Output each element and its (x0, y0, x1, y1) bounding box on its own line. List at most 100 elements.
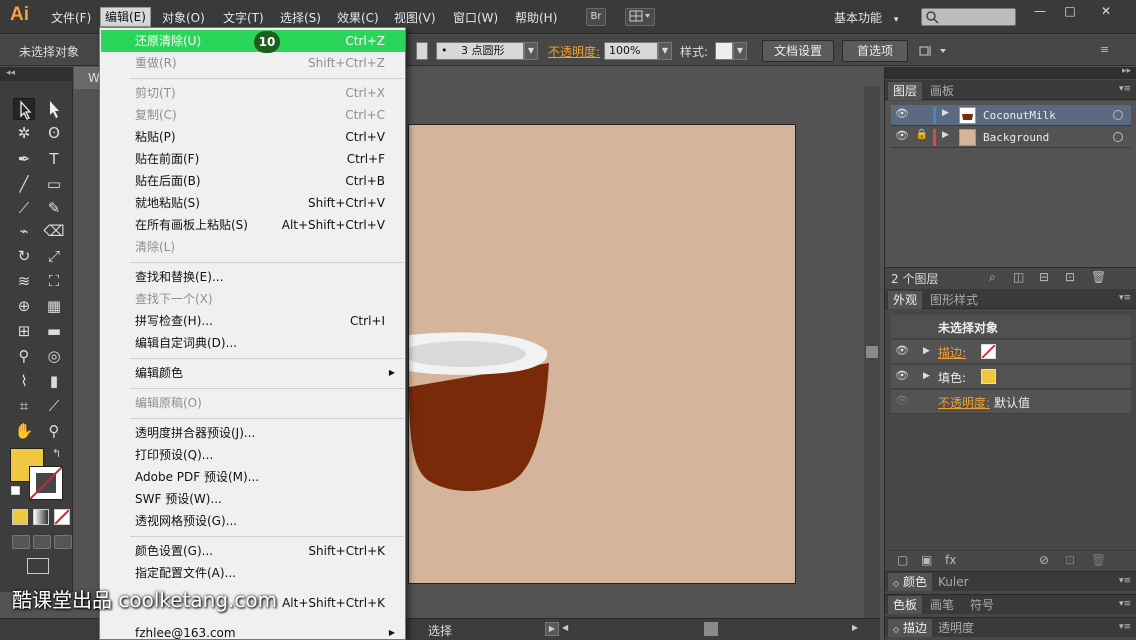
visibility-eye-icon[interactable]: 👁 (894, 344, 910, 357)
add-new-fill-icon[interactable]: ▣ (921, 553, 932, 567)
stroke-label[interactable]: 描边: (938, 344, 966, 361)
symbol-sprayer-tool-icon[interactable]: ⌇ (13, 370, 35, 392)
tab-transparency[interactable]: 透明度 (933, 619, 979, 637)
zoom-tool-icon[interactable]: ⚲ (43, 420, 65, 442)
tab-graphic-styles[interactable]: 图形样式 (925, 291, 983, 309)
eraser-tool-icon[interactable]: ⌫ (43, 220, 65, 242)
expand-arrow-icon[interactable]: ▶ (942, 130, 949, 140)
gradient-mode-icon[interactable] (33, 509, 49, 525)
menu-item-undo-clear[interactable]: 还原清除(U) Ctrl+Z (101, 30, 405, 52)
color-mode-icon[interactable] (12, 509, 28, 525)
width-tool-icon[interactable]: ≋ (13, 270, 35, 292)
coconut-cup-artwork[interactable] (402, 125, 797, 585)
layer-name[interactable]: CoconutMilk (983, 109, 1056, 122)
close-button[interactable]: ✕ (1092, 2, 1120, 20)
direct-selection-tool-icon[interactable] (43, 98, 65, 120)
scale-tool-icon[interactable]: ⤢ (43, 245, 65, 267)
stroke-swatch-none[interactable] (981, 344, 996, 359)
opacity-link[interactable]: 不透明度: (938, 394, 990, 411)
menu-item-transparency-flattener-presets[interactable]: 透明度拼合器预设(J)... (101, 422, 405, 444)
brush-definition-field[interactable]: • 3 点圆形 (436, 42, 524, 60)
menu-item-find-replace[interactable]: 查找和替换(E)... (101, 266, 405, 288)
locate-object-icon[interactable]: ⌕ (989, 270, 996, 285)
opacity-label[interactable]: 不透明度: (548, 43, 600, 60)
visibility-eye-icon[interactable]: 👁 (894, 107, 910, 120)
align-options-icon[interactable] (918, 44, 950, 58)
blob-brush-tool-icon[interactable]: ⌁ (13, 220, 35, 242)
rectangle-tool-icon[interactable]: ▭ (43, 173, 65, 195)
tab-symbols[interactable]: 符号 (965, 596, 999, 614)
menu-item-paste-in-place[interactable]: 就地粘贴(S) Shift+Ctrl+V (101, 192, 405, 214)
brush-dropdown-icon[interactable]: ▼ (524, 42, 538, 60)
visibility-eye-icon[interactable]: 👁 (894, 369, 910, 382)
appearance-panel-menu-icon[interactable]: ▾≡ (1119, 293, 1131, 303)
add-effect-icon[interactable]: fx (945, 553, 956, 567)
scroll-left-icon[interactable]: ◀ (562, 623, 574, 635)
opacity-row[interactable]: 👁 不透明度: 默认值 (891, 390, 1131, 414)
menu-file[interactable]: 文件(F) (47, 9, 95, 27)
menu-item-edit-custom-dictionary[interactable]: 编辑自定词典(D)... (101, 332, 405, 354)
document-setup-button[interactable]: 文档设置 (762, 40, 834, 62)
layer-name[interactable]: Background (983, 131, 1049, 144)
scroll-right-icon[interactable]: ▶ (852, 623, 858, 632)
menu-select[interactable]: 选择(S) (276, 9, 325, 27)
menu-help[interactable]: 帮助(H) (511, 9, 561, 27)
none-mode-icon[interactable] (54, 509, 70, 525)
gradient-tool-icon[interactable]: ▬ (43, 320, 65, 342)
default-colors-icon[interactable] (11, 486, 20, 495)
menu-item-spell-check[interactable]: 拼写检查(H)... Ctrl+I (101, 310, 405, 332)
layers-panel-menu-icon[interactable]: ▾≡ (1119, 84, 1131, 94)
minimize-button[interactable]: — (1026, 2, 1054, 20)
eyedropper-tool-icon[interactable]: ⚲ (13, 345, 35, 367)
type-tool-icon[interactable]: T (43, 148, 65, 170)
menu-effect[interactable]: 效果(C) (333, 9, 383, 27)
opacity-input[interactable]: 100% (604, 42, 658, 60)
mesh-tool-icon[interactable]: ⊞ (13, 320, 35, 342)
draw-behind-icon[interactable] (33, 535, 51, 549)
fill-row[interactable]: 👁 ▶ 填色: (891, 365, 1131, 389)
hand-tool-icon[interactable]: ✋ (13, 420, 35, 442)
tab-swatches[interactable]: 色板 (888, 596, 923, 614)
swatches-panel-menu-icon[interactable]: ▾≡ (1119, 599, 1131, 609)
menu-item-color-settings[interactable]: 颜色设置(G)... Shift+Ctrl+K (101, 540, 405, 562)
column-graph-tool-icon[interactable]: ▮ (43, 370, 65, 392)
pencil-tool-icon[interactable]: ✎ (43, 197, 65, 219)
expand-arrow-icon[interactable]: ▶ (923, 371, 930, 381)
swap-fill-stroke-icon[interactable]: ↰ (52, 447, 61, 460)
menu-item-print-presets[interactable]: 打印预设(Q)... (101, 444, 405, 466)
workspace-switcher[interactable]: 基本功能 ▾ (834, 9, 898, 29)
rotate-tool-icon[interactable]: ↻ (13, 245, 35, 267)
horizontal-scroll-thumb[interactable] (704, 622, 718, 636)
paintbrush-tool-icon[interactable]: ⟋ (13, 197, 35, 219)
menu-view[interactable]: 视图(V) (390, 9, 440, 27)
stroke-row[interactable]: 👁 ▶ 描边: (891, 340, 1131, 364)
menu-item-assign-profile[interactable]: 指定配置文件(A)... (101, 562, 405, 584)
new-sublayer-icon[interactable]: ⊟ (1039, 270, 1049, 284)
style-dropdown-icon[interactable]: ▼ (733, 42, 747, 60)
preferences-button[interactable]: 首选项 (842, 40, 908, 62)
menu-window[interactable]: 窗口(W) (449, 9, 502, 27)
line-tool-icon[interactable]: ╱ (13, 173, 35, 195)
collapse-dock-icon[interactable]: ▸▸ (1122, 66, 1131, 76)
menu-item-paste-in-front[interactable]: 贴在前面(F) Ctrl+F (101, 148, 405, 170)
selection-tool-icon[interactable] (13, 98, 35, 120)
lasso-tool-icon[interactable]: ʘ (43, 122, 65, 144)
menu-item-paste[interactable]: 粘贴(P) Ctrl+V (101, 126, 405, 148)
draw-inside-icon[interactable] (54, 535, 72, 549)
stroke-weight-field[interactable] (416, 42, 428, 60)
vertical-scrollbar[interactable] (864, 86, 880, 618)
artboard-tool-icon[interactable]: ⌗ (13, 395, 35, 417)
menu-item-paste-in-back[interactable]: 贴在后面(B) Ctrl+B (101, 170, 405, 192)
control-panel-menu-icon[interactable]: ≡ (1100, 43, 1109, 56)
expand-arrow-icon[interactable]: ▶ (923, 346, 930, 356)
visibility-eye-icon[interactable]: 👁 (894, 129, 910, 142)
menu-item-perspective-grid-presets[interactable]: 透视网格预设(G)... (101, 510, 405, 532)
clear-appearance-icon[interactable]: ⊘ (1039, 553, 1049, 567)
add-new-stroke-icon[interactable]: ▢ (897, 553, 908, 567)
search-input[interactable] (921, 8, 1016, 26)
lock-icon[interactable]: 🔒 (915, 129, 929, 140)
pen-tool-icon[interactable]: ✒ (13, 148, 35, 170)
free-transform-tool-icon[interactable]: ⛶ (43, 270, 65, 292)
stroke-panel-menu-icon[interactable]: ▾≡ (1119, 622, 1131, 632)
make-clipping-mask-icon[interactable]: ◫ (1013, 270, 1024, 284)
